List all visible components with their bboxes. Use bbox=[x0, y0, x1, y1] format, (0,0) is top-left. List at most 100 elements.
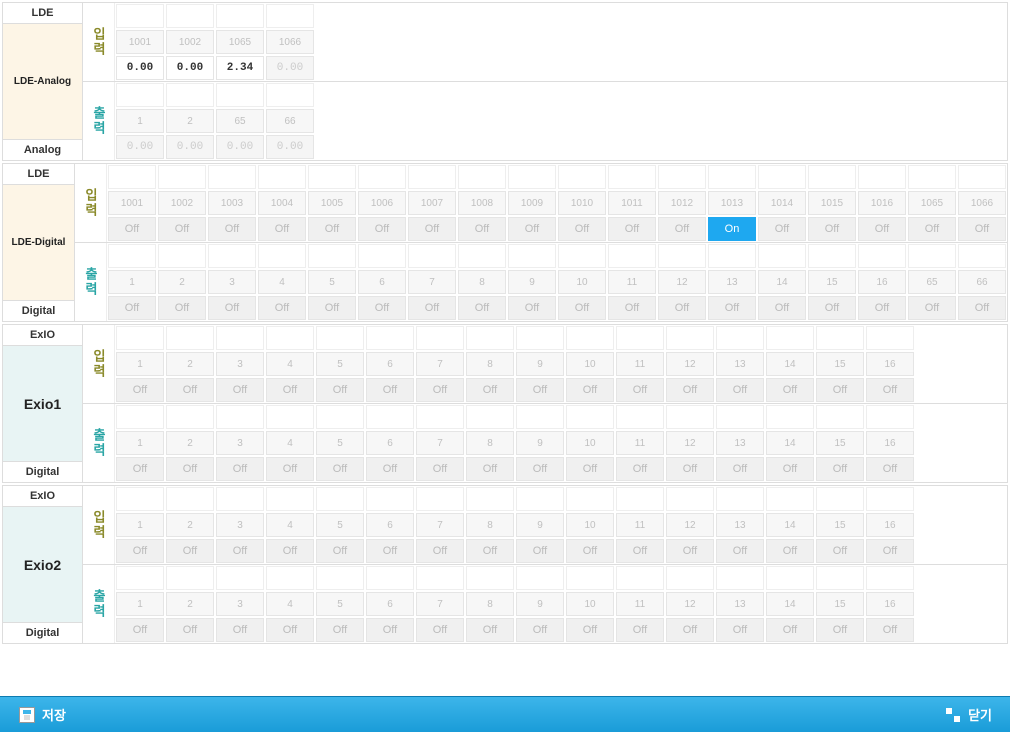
digital-state-cell[interactable]: Off bbox=[616, 618, 664, 642]
digital-state-cell[interactable]: Off bbox=[908, 217, 956, 241]
digital-state-cell[interactable]: Off bbox=[608, 296, 656, 320]
digital-state-cell[interactable]: Off bbox=[558, 296, 606, 320]
digital-state-cell[interactable]: Off bbox=[458, 296, 506, 320]
digital-state-cell[interactable]: Off bbox=[308, 217, 356, 241]
digital-state-cell[interactable]: Off bbox=[416, 618, 464, 642]
digital-state-cell[interactable]: Off bbox=[108, 217, 156, 241]
digital-state-cell[interactable]: Off bbox=[166, 618, 214, 642]
digital-state-cell[interactable]: Off bbox=[816, 539, 864, 563]
digital-state-cell[interactable]: Off bbox=[516, 378, 564, 402]
digital-state-cell[interactable]: Off bbox=[258, 217, 306, 241]
digital-state-cell[interactable]: Off bbox=[166, 378, 214, 402]
digital-state-cell[interactable]: Off bbox=[358, 296, 406, 320]
digital-state-cell[interactable]: Off bbox=[666, 378, 714, 402]
digital-state-cell[interactable]: Off bbox=[416, 539, 464, 563]
digital-state-cell[interactable]: Off bbox=[716, 539, 764, 563]
digital-state-cell[interactable]: Off bbox=[266, 457, 314, 481]
digital-state-cell[interactable]: Off bbox=[866, 457, 914, 481]
digital-state-cell[interactable]: Off bbox=[666, 457, 714, 481]
digital-state-cell[interactable]: Off bbox=[616, 539, 664, 563]
digital-state-cell[interactable]: Off bbox=[316, 378, 364, 402]
digital-state-cell[interactable]: Off bbox=[866, 618, 914, 642]
digital-state-cell[interactable]: Off bbox=[858, 296, 906, 320]
digital-state-cell[interactable]: Off bbox=[416, 457, 464, 481]
digital-state-cell[interactable]: Off bbox=[616, 378, 664, 402]
digital-state-cell[interactable]: Off bbox=[958, 217, 1006, 241]
digital-state-cell[interactable]: Off bbox=[316, 457, 364, 481]
digital-state-cell[interactable]: Off bbox=[166, 457, 214, 481]
digital-state-cell[interactable]: Off bbox=[158, 296, 206, 320]
digital-state-cell[interactable]: Off bbox=[116, 378, 164, 402]
digital-state-cell[interactable]: Off bbox=[866, 539, 914, 563]
digital-state-cell[interactable]: Off bbox=[708, 296, 756, 320]
digital-state-cell[interactable]: Off bbox=[858, 217, 906, 241]
digital-state-cell[interactable]: Off bbox=[266, 618, 314, 642]
digital-state-cell[interactable]: Off bbox=[108, 296, 156, 320]
digital-state-cell[interactable]: Off bbox=[758, 296, 806, 320]
digital-state-cell[interactable]: Off bbox=[908, 296, 956, 320]
close-button[interactable]: 닫기 bbox=[934, 701, 1002, 728]
digital-state-cell[interactable]: Off bbox=[458, 217, 506, 241]
digital-state-cell[interactable]: Off bbox=[216, 457, 264, 481]
digital-state-cell[interactable]: Off bbox=[516, 539, 564, 563]
analog-value-cell[interactable]: 0.00 bbox=[116, 56, 164, 80]
digital-state-cell[interactable]: Off bbox=[508, 296, 556, 320]
digital-state-cell[interactable]: Off bbox=[516, 457, 564, 481]
digital-state-cell[interactable]: Off bbox=[316, 539, 364, 563]
digital-state-cell[interactable]: Off bbox=[408, 296, 456, 320]
digital-state-cell[interactable]: Off bbox=[266, 539, 314, 563]
digital-state-cell[interactable]: Off bbox=[408, 217, 456, 241]
digital-state-cell[interactable]: Off bbox=[366, 618, 414, 642]
analog-value-cell[interactable]: 0.00 bbox=[166, 56, 214, 80]
digital-state-cell[interactable]: Off bbox=[466, 457, 514, 481]
digital-state-cell[interactable]: Off bbox=[116, 618, 164, 642]
digital-state-cell[interactable]: Off bbox=[658, 217, 706, 241]
digital-state-cell[interactable]: Off bbox=[716, 378, 764, 402]
digital-state-cell[interactable]: Off bbox=[216, 378, 264, 402]
digital-state-cell[interactable]: Off bbox=[508, 217, 556, 241]
digital-state-cell[interactable]: Off bbox=[166, 539, 214, 563]
digital-state-cell[interactable]: Off bbox=[466, 539, 514, 563]
digital-state-cell[interactable]: Off bbox=[466, 378, 514, 402]
digital-state-cell[interactable]: Off bbox=[316, 618, 364, 642]
digital-state-cell[interactable]: Off bbox=[616, 457, 664, 481]
digital-state-cell[interactable]: Off bbox=[816, 378, 864, 402]
digital-state-cell[interactable]: Off bbox=[208, 296, 256, 320]
digital-state-cell[interactable]: Off bbox=[466, 618, 514, 642]
digital-state-cell[interactable]: On bbox=[708, 217, 756, 241]
save-button[interactable]: 저장 bbox=[8, 701, 76, 728]
digital-state-cell[interactable]: Off bbox=[608, 217, 656, 241]
digital-state-cell[interactable]: Off bbox=[766, 618, 814, 642]
digital-state-cell[interactable]: Off bbox=[558, 217, 606, 241]
digital-state-cell[interactable]: Off bbox=[116, 457, 164, 481]
digital-state-cell[interactable]: Off bbox=[958, 296, 1006, 320]
digital-state-cell[interactable]: Off bbox=[566, 378, 614, 402]
digital-state-cell[interactable]: Off bbox=[716, 618, 764, 642]
digital-state-cell[interactable]: Off bbox=[366, 457, 414, 481]
digital-state-cell[interactable]: Off bbox=[766, 539, 814, 563]
digital-state-cell[interactable]: Off bbox=[366, 378, 414, 402]
digital-state-cell[interactable]: Off bbox=[258, 296, 306, 320]
digital-state-cell[interactable]: Off bbox=[566, 618, 614, 642]
analog-value-cell[interactable]: 2.34 bbox=[216, 56, 264, 80]
digital-state-cell[interactable]: Off bbox=[816, 618, 864, 642]
digital-state-cell[interactable]: Off bbox=[158, 217, 206, 241]
digital-state-cell[interactable]: Off bbox=[116, 539, 164, 563]
digital-state-cell[interactable]: Off bbox=[758, 217, 806, 241]
digital-state-cell[interactable]: Off bbox=[808, 217, 856, 241]
digital-state-cell[interactable]: Off bbox=[358, 217, 406, 241]
digital-state-cell[interactable]: Off bbox=[566, 457, 614, 481]
digital-state-cell[interactable]: Off bbox=[808, 296, 856, 320]
digital-state-cell[interactable]: Off bbox=[658, 296, 706, 320]
digital-state-cell[interactable]: Off bbox=[566, 539, 614, 563]
digital-state-cell[interactable]: Off bbox=[816, 457, 864, 481]
digital-state-cell[interactable]: Off bbox=[308, 296, 356, 320]
digital-state-cell[interactable]: Off bbox=[216, 539, 264, 563]
digital-state-cell[interactable]: Off bbox=[266, 378, 314, 402]
digital-state-cell[interactable]: Off bbox=[366, 539, 414, 563]
digital-state-cell[interactable]: Off bbox=[666, 618, 714, 642]
digital-state-cell[interactable]: Off bbox=[516, 618, 564, 642]
digital-state-cell[interactable]: Off bbox=[416, 378, 464, 402]
digital-state-cell[interactable]: Off bbox=[208, 217, 256, 241]
digital-state-cell[interactable]: Off bbox=[766, 378, 814, 402]
